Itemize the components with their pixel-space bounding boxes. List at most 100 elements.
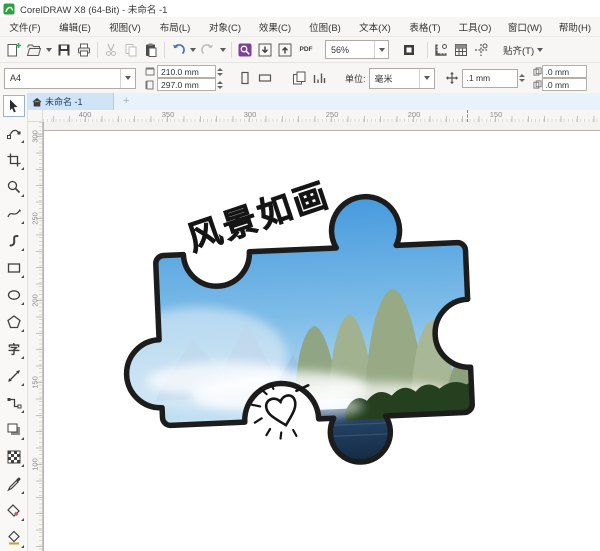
artistic-media-tool[interactable]	[3, 230, 25, 252]
page-height-field[interactable]: 297.0 mm	[157, 78, 216, 91]
connector-tool[interactable]	[3, 392, 25, 414]
pick-tool[interactable]	[2, 95, 25, 117]
freehand-tool[interactable]	[3, 203, 25, 225]
menu-view[interactable]: 视图(V)	[100, 20, 150, 34]
ruler-number: 150	[489, 110, 503, 119]
zoom-tool[interactable]	[3, 176, 25, 198]
drop-shadow-tool[interactable]	[3, 419, 25, 441]
rectangle-tool[interactable]	[3, 257, 25, 279]
zoom-tool-icon	[7, 180, 20, 194]
drop-shadow-tool-icon	[7, 423, 20, 435]
dimension-tool-icon	[7, 370, 20, 382]
import-button[interactable]	[255, 40, 275, 60]
toolbar-separator	[97, 41, 98, 58]
menu-text[interactable]: 文本(X)	[350, 20, 400, 34]
menu-tools[interactable]: 工具(O)	[450, 20, 500, 34]
save-button[interactable]	[54, 40, 74, 60]
units-dropdown[interactable]	[418, 68, 434, 88]
shape-tool[interactable]	[3, 122, 25, 144]
show-grid-button[interactable]	[451, 40, 471, 60]
menu-effects[interactable]: 效果(C)	[250, 20, 300, 34]
chevron-down-icon	[537, 47, 544, 52]
duplicate-y-field[interactable]: .0 mm	[541, 78, 587, 91]
drawing-canvas: 风景如画	[43, 122, 600, 551]
spin-down-icon	[518, 79, 525, 82]
menu-file[interactable]: 文件(F)	[0, 20, 50, 34]
open-dropdown[interactable]	[44, 40, 54, 60]
nudge-distance-field[interactable]: .1 mm	[461, 68, 518, 88]
page-size-preset-dropdown[interactable]	[120, 68, 135, 88]
export-button[interactable]	[275, 40, 295, 60]
menu-table[interactable]: 表格(T)	[400, 20, 450, 34]
open-button[interactable]	[24, 40, 44, 60]
ruler-number: 300	[243, 110, 257, 119]
color-eyedropper-tool[interactable]	[3, 473, 25, 495]
redo-button[interactable]	[198, 40, 218, 60]
menu-window[interactable]: 窗口(W)	[500, 20, 550, 34]
polygon-tool[interactable]	[3, 311, 25, 333]
page-height-spinner[interactable]	[217, 80, 223, 90]
print-button[interactable]	[74, 40, 94, 60]
show-guidelines-button[interactable]	[471, 40, 491, 60]
ruler-origin-icon[interactable]	[28, 110, 43, 122]
cut-button[interactable]	[101, 40, 121, 60]
ruler-number: 150	[30, 376, 40, 389]
crop-tool[interactable]	[3, 149, 25, 171]
snap-to-dropdown[interactable]: 贴齐(T)	[503, 43, 544, 57]
nudge-spinner[interactable]	[518, 73, 525, 83]
zoom-level-dropdown[interactable]	[374, 41, 388, 58]
interactive-fill-tool-icon	[6, 504, 20, 517]
chevron-down-icon	[46, 47, 52, 52]
page-size-preset-select[interactable]: A4	[4, 67, 136, 89]
puzzle-piece[interactable]: 风景如画	[95, 169, 495, 491]
ruler-number: 400	[78, 110, 92, 119]
interactive-fill-tool[interactable]	[3, 500, 25, 522]
toolbar-separator	[231, 41, 232, 58]
menu-object[interactable]: 对象(C)	[200, 20, 250, 34]
ellipse-tool[interactable]	[3, 284, 25, 306]
transparency-tool[interactable]	[3, 446, 25, 468]
page-width-spinner[interactable]	[217, 67, 223, 77]
paste-button[interactable]	[141, 40, 161, 60]
menu-help[interactable]: 帮助(H)	[550, 20, 600, 34]
ruler-number: 350	[161, 110, 175, 119]
page-width-field[interactable]: 210.0 mm	[157, 65, 216, 78]
menu-layout[interactable]: 布局(L)	[150, 20, 200, 34]
show-rulers-button[interactable]	[431, 40, 451, 60]
page-size-preset-value: A4	[10, 73, 22, 83]
undo-button[interactable]	[168, 40, 188, 60]
transparency-tool-icon	[7, 450, 20, 464]
search-content-button[interactable]	[235, 40, 255, 60]
chevron-down-icon	[423, 76, 430, 80]
toolbar-separator	[427, 41, 428, 58]
portrait-button[interactable]	[235, 68, 255, 88]
spin-up-icon	[518, 74, 525, 77]
new-document-button[interactable]	[4, 40, 24, 60]
coreldraw-logo-icon	[3, 3, 15, 14]
redo-dropdown[interactable]	[218, 40, 228, 60]
puzzle-artwork[interactable]: 风景如画	[44, 122, 600, 551]
landscape-button[interactable]	[255, 68, 275, 88]
standard-toolbar: PDF 56% 贴齐(T)	[0, 37, 600, 63]
menu-edit[interactable]: 编辑(E)	[50, 20, 100, 34]
ellipse-tool-icon	[7, 290, 20, 300]
document-tab[interactable]: 未命名 -1	[28, 93, 114, 110]
zoom-level-select[interactable]: 56%	[325, 40, 389, 59]
smart-fill-tool[interactable]	[3, 527, 25, 549]
new-page-button[interactable]: +	[123, 96, 129, 107]
menu-bitmaps[interactable]: 位图(B)	[300, 20, 350, 34]
copy-button[interactable]	[121, 40, 141, 60]
units-select[interactable]: 毫米	[368, 67, 435, 89]
duplicate-x-field[interactable]: .0 mm	[541, 65, 587, 78]
undo-dropdown[interactable]	[188, 40, 198, 60]
fullscreen-preview-button[interactable]	[399, 40, 419, 60]
current-page-button[interactable]	[309, 68, 329, 88]
text-tool[interactable]: 字	[3, 338, 25, 360]
all-pages-button[interactable]	[289, 68, 309, 88]
vertical-ruler[interactable]: 300 250 200 150 100	[28, 122, 43, 551]
connector-tool-icon	[7, 398, 21, 409]
dimension-tool[interactable]	[3, 365, 25, 387]
home-icon	[32, 97, 42, 106]
publish-pdf-button[interactable]: PDF	[295, 40, 317, 60]
svg-text:字: 字	[7, 342, 19, 357]
